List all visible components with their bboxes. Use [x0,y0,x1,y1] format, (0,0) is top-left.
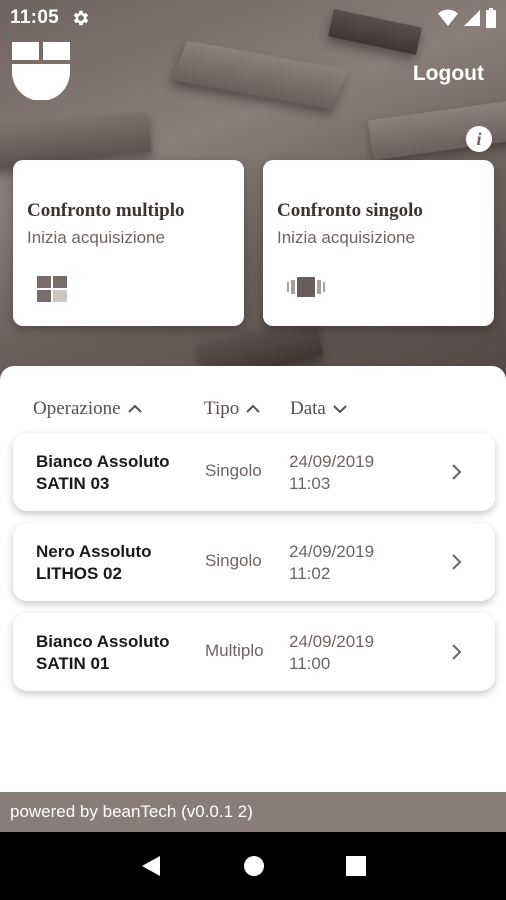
row-tipo: Singolo [205,551,262,570]
header-operazione[interactable]: Operazione [33,398,143,420]
back-icon[interactable] [140,854,162,878]
row-datetime: 24/09/2019 11:02 [289,541,374,585]
row-tipo: Singolo [205,461,262,480]
table-row[interactable]: Bianco Assoluto SATIN 03 Singolo 24/09/2… [13,433,495,511]
settings-gear-icon [73,10,89,26]
row-time: 11:02 [289,564,331,583]
row-name-line2: SATIN 01 [36,654,110,673]
system-nav-bar [0,832,506,900]
row-name-line1: Bianco Assoluto [36,632,170,651]
row-time: 11:00 [289,654,331,673]
signal-icon [464,10,480,26]
chevron-right-icon [452,464,462,480]
card-confronto-singolo[interactable]: Confronto singolo Inizia acquisizione [263,160,494,326]
card-confronto-multiplo[interactable]: Confronto multiplo Inizia acquisizione [13,160,244,326]
card-subtitle: Inizia acquisizione [277,228,415,247]
card-title: Confronto singolo [277,200,423,221]
header-label: Data [290,398,326,419]
row-name-line2: SATIN 03 [36,474,110,493]
wifi-icon [438,9,458,26]
row-datetime: 24/09/2019 11:00 [289,631,374,675]
row-datetime: 24/09/2019 11:03 [289,451,374,495]
row-name-line1: Nero Assoluto [36,542,152,561]
header-label: Operazione [33,398,121,419]
row-date: 24/09/2019 [289,542,375,561]
row-tipo: Multiplo [205,641,264,660]
decor-tile [171,40,349,110]
row-operation-name: Nero Assoluto LITHOS 02 [36,541,196,585]
grid-icon [37,276,67,302]
logout-button[interactable]: Logout [413,62,484,86]
row-time: 11:03 [289,474,331,493]
row-operation-name: Bianco Assoluto SATIN 01 [36,631,196,675]
row-name-line1: Bianco Assoluto [36,452,170,471]
table-header: Operazione Tipo Data [0,398,506,422]
row-operation-name: Bianco Assoluto SATIN 03 [36,451,196,495]
table-row[interactable]: Nero Assoluto LITHOS 02 Singolo 24/09/20… [13,523,495,601]
chevron-right-icon [452,554,462,570]
card-subtitle: Inizia acquisizione [27,228,165,247]
status-bar: 11:05 [0,0,506,36]
card-title: Confronto multiplo [27,200,185,221]
header-tipo[interactable]: Tipo [204,398,261,420]
table-row[interactable]: Bianco Assoluto SATIN 01 Multiplo 24/09/… [13,613,495,691]
home-icon[interactable] [243,855,265,877]
info-icon[interactable]: i [466,126,492,152]
row-name-line2: LITHOS 02 [36,564,122,583]
header-data[interactable]: Data [290,398,348,420]
status-icons [438,8,496,28]
brand-logo [12,42,70,100]
header-label: Tipo [204,398,240,419]
chevron-up-icon [127,404,142,413]
status-time: 11:05 [10,7,60,28]
chevron-right-icon [452,644,462,660]
battery-icon [486,8,496,28]
row-date: 24/09/2019 [289,452,375,471]
footer-version: powered by beanTech (v0.0.1 2) [0,792,506,832]
operations-sheet: Operazione Tipo Data Bianco Assoluto SAT… [0,366,506,792]
chevron-up-icon [246,404,260,413]
tile-compare-icon [287,277,325,297]
recents-icon[interactable] [345,856,366,876]
chevron-down-icon [333,405,347,414]
row-date: 24/09/2019 [289,632,375,651]
